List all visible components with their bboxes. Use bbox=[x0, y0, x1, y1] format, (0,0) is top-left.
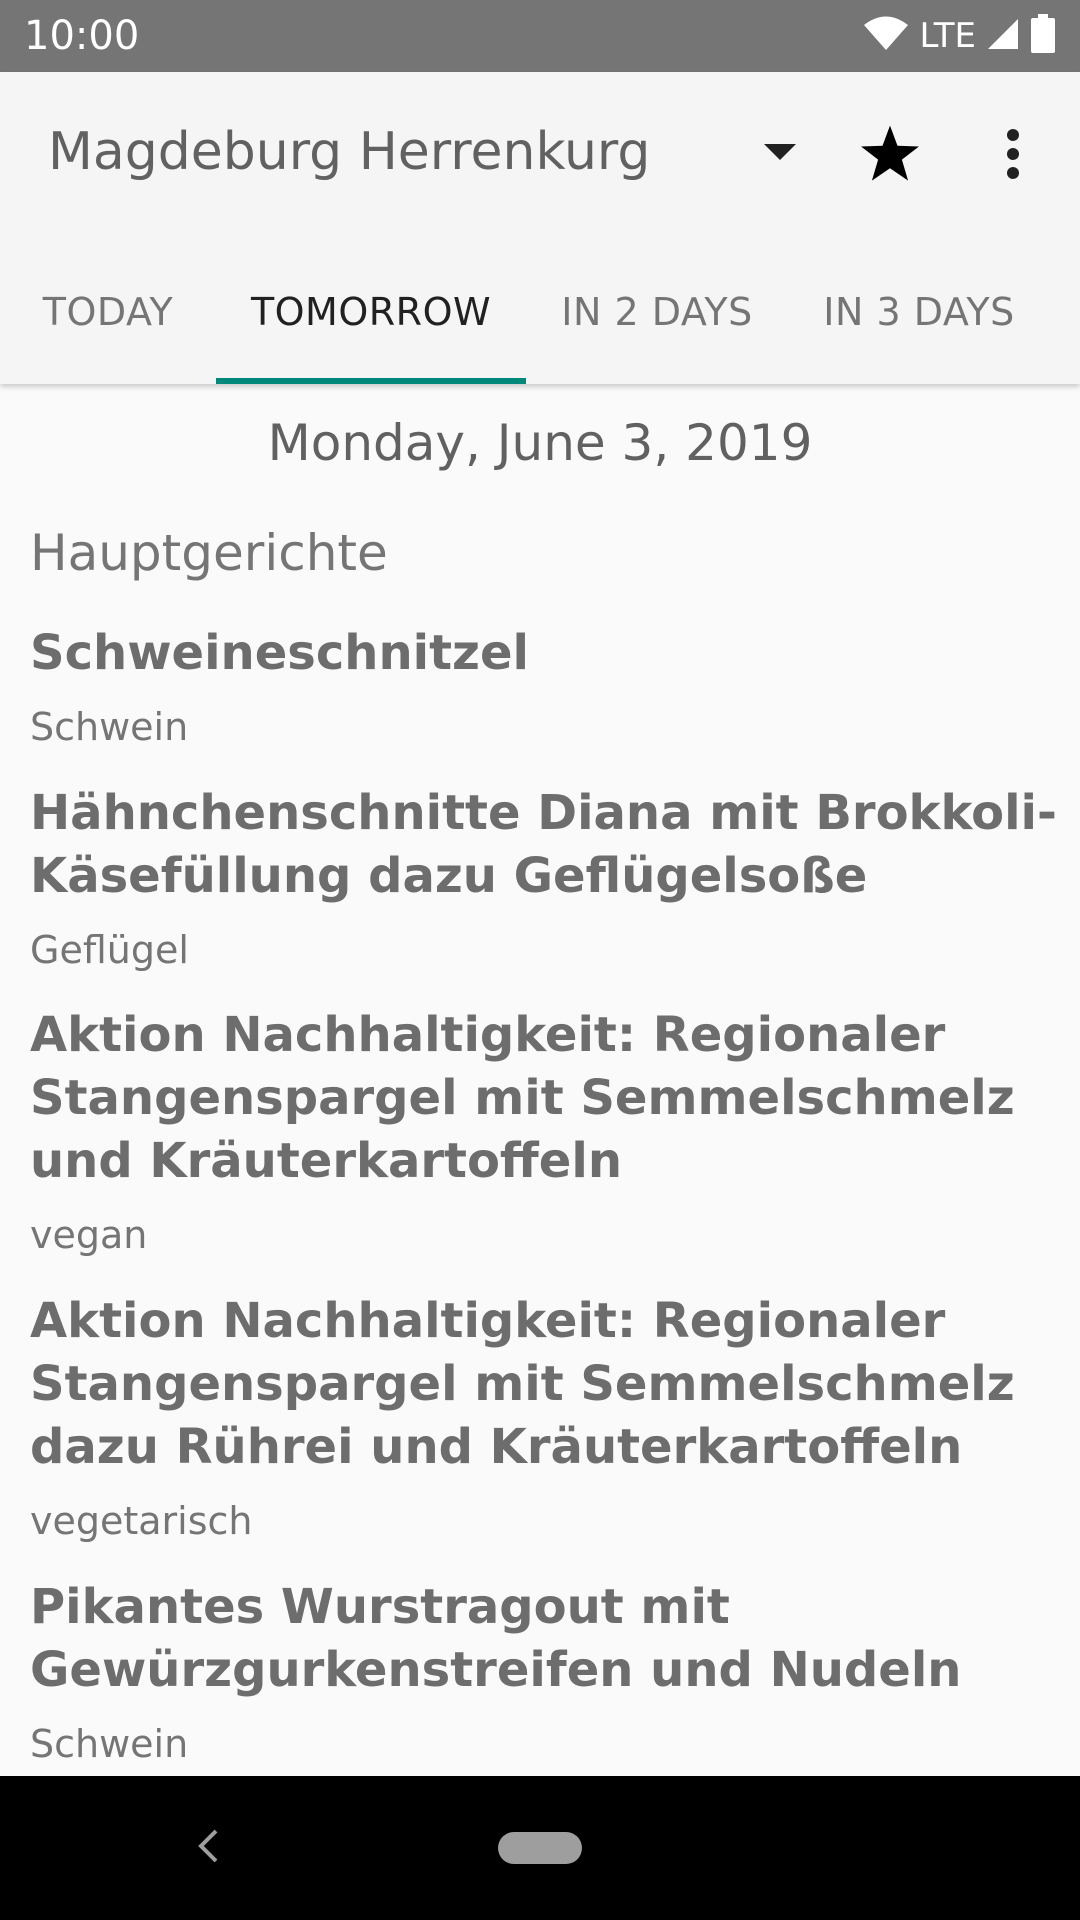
status-icons: LTE bbox=[863, 13, 1056, 59]
meal-name: Hähnchenschnitte Diana mit Brokkoli-Käse… bbox=[30, 785, 1057, 904]
battery-icon bbox=[1030, 13, 1056, 59]
meal-type: Schwein bbox=[30, 705, 189, 749]
dropdown-arrow-icon bbox=[764, 144, 796, 160]
location-spinner[interactable]: Magdeburg Herrenkurg bbox=[48, 96, 808, 208]
menu-list[interactable]: Monday, June 3, 2019 Hauptgerichte Schwe… bbox=[0, 384, 1080, 1776]
meal-item[interactable]: Hähnchenschnitte Diana mit Brokkoli-Käse… bbox=[30, 782, 1060, 972]
category-title: Hauptgerichte bbox=[30, 524, 388, 582]
back-chevron-icon bbox=[196, 1828, 220, 1869]
tab-in-2-days[interactable]: IN 2 DAYS bbox=[526, 240, 788, 384]
home-pill-button[interactable] bbox=[498, 1832, 582, 1864]
tab-tomorrow[interactable]: TOMORROW bbox=[216, 240, 526, 384]
meal-type: vegetarisch bbox=[30, 1499, 253, 1543]
meal-item[interactable]: Aktion Nachhaltigkeit: Regionaler Stange… bbox=[30, 1290, 1060, 1543]
more-options-button[interactable] bbox=[965, 108, 1061, 204]
meal-name: Aktion Nachhaltigkeit: Regionaler Stange… bbox=[30, 1007, 1015, 1189]
meal-item[interactable]: Schweineschnitzel Schwein bbox=[30, 622, 1060, 749]
date-header: Monday, June 3, 2019 bbox=[267, 414, 813, 472]
wifi-icon bbox=[863, 16, 909, 57]
favorite-button[interactable] bbox=[842, 108, 938, 204]
more-vert-icon bbox=[1005, 128, 1021, 185]
tab-in-3-days[interactable]: IN 3 DAYS bbox=[788, 240, 1050, 384]
meal-name: Schweineschnitzel bbox=[30, 625, 529, 681]
status-bar: 10:00 LTE bbox=[0, 0, 1080, 72]
signal-icon bbox=[986, 17, 1020, 56]
meal-name: Aktion Nachhaltigkeit: Regionaler Stange… bbox=[30, 1293, 1015, 1475]
app-bar: Magdeburg Herrenkurg TODAY TOMORROW IN 2 bbox=[0, 72, 1080, 384]
meal-type: Geflügel bbox=[30, 928, 189, 972]
tab-today[interactable]: TODAY bbox=[0, 240, 216, 384]
lte-label: LTE bbox=[919, 16, 976, 56]
star-icon bbox=[859, 124, 921, 189]
meal-type: vegan bbox=[30, 1213, 148, 1257]
meal-item[interactable]: Aktion Nachhaltigkeit: Regionaler Stange… bbox=[30, 1004, 1060, 1257]
day-tabs: TODAY TOMORROW IN 2 DAYS IN 3 DAYS bbox=[0, 240, 1080, 384]
back-button[interactable] bbox=[180, 1816, 236, 1880]
meal-item[interactable]: Pikantes Wurstragout mit Gewürzgurkenstr… bbox=[30, 1576, 1060, 1766]
location-label: Magdeburg Herrenkurg bbox=[48, 122, 651, 182]
meal-name: Pikantes Wurstragout mit Gewürzgurkenstr… bbox=[30, 1579, 962, 1698]
toolbar: Magdeburg Herrenkurg bbox=[0, 72, 1080, 240]
meal-type: Schwein bbox=[30, 1722, 189, 1766]
navigation-bar bbox=[0, 1776, 1080, 1920]
status-time: 10:00 bbox=[24, 13, 140, 59]
